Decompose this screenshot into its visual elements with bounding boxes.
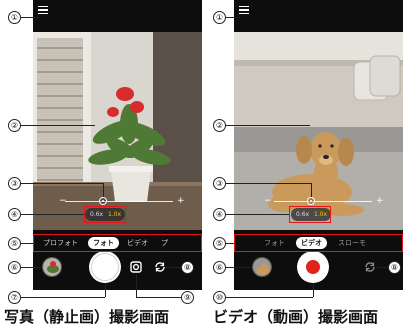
callout-line-1 xyxy=(21,17,39,18)
diagram: − + 0.6x 1.0x プロフォト フォト ビデオ プ − + 0.6x 1… xyxy=(0,0,409,331)
callout-2: ② xyxy=(8,119,21,132)
callout-6: ⑥ xyxy=(8,261,21,274)
callout-vline-7 xyxy=(105,283,106,297)
callout-line-5-video xyxy=(226,243,234,244)
callout-vline-3 xyxy=(103,183,104,197)
callout-8: ⑧ xyxy=(181,261,194,274)
callout-line-8-video xyxy=(376,267,388,268)
callout-line-2 xyxy=(21,125,95,126)
gallery-thumbnail[interactable] xyxy=(42,257,62,277)
menu-icon[interactable] xyxy=(239,6,249,15)
callout-9: ⑨ xyxy=(181,291,194,304)
callout-1: ① xyxy=(8,11,21,24)
callout-line-1-video xyxy=(226,17,240,18)
shutter-button[interactable] xyxy=(89,251,121,283)
slider-minus: − xyxy=(264,196,272,206)
callout-vline-9 xyxy=(136,275,137,297)
slider-plus: + xyxy=(376,196,384,206)
callout-3: ③ xyxy=(8,177,21,190)
callout-4: ④ xyxy=(8,208,21,221)
photo-caption: 写真（静止画）撮影画面 xyxy=(4,308,170,326)
zoom-slider-handle[interactable] xyxy=(99,197,107,205)
callout-line-2-video xyxy=(226,125,310,126)
slider-plus: + xyxy=(177,196,185,206)
callout-line-10-video xyxy=(226,297,313,298)
callout-2-video: ② xyxy=(213,119,226,132)
callout-line-4-video xyxy=(226,214,289,215)
callout-4-video: ④ xyxy=(213,208,226,221)
highlight-mode-bar-photo xyxy=(33,234,202,252)
callout-5: ⑤ xyxy=(8,237,21,250)
video-caption: ビデオ（動画）撮影画面 xyxy=(213,308,379,326)
highlight-zoom-photo xyxy=(84,206,126,223)
callout-3-video: ③ xyxy=(213,177,226,190)
callout-vline-10-video xyxy=(313,283,314,297)
camera-flip-icon[interactable] xyxy=(364,261,376,273)
gallery-thumbnail[interactable] xyxy=(252,257,272,277)
slider-minus: − xyxy=(59,196,67,206)
callout-line-8 xyxy=(166,267,181,268)
shutter-ring xyxy=(91,253,119,281)
record-dot xyxy=(306,260,320,274)
callout-line-4 xyxy=(21,214,84,215)
callout-line-6-video xyxy=(226,267,252,268)
lens-switch-icon[interactable] xyxy=(130,261,142,273)
highlight-mode-bar-video xyxy=(234,234,403,252)
zoom-slider-track[interactable] xyxy=(274,201,372,202)
menu-icon[interactable] xyxy=(38,6,48,15)
callout-1-video: ① xyxy=(213,11,226,24)
callout-line-3-video xyxy=(226,183,311,184)
callout-5-video: ⑤ xyxy=(213,237,226,250)
callout-line-5 xyxy=(21,243,33,244)
callout-line-6 xyxy=(21,267,41,268)
zoom-slider-track[interactable] xyxy=(65,201,173,202)
callout-vline-3-video xyxy=(311,183,312,197)
callout-10-video: ⑩ xyxy=(213,291,226,304)
callout-6-video: ⑥ xyxy=(213,261,226,274)
callout-7: ⑦ xyxy=(8,291,21,304)
callout-line-9 xyxy=(136,297,181,298)
callout-line-3 xyxy=(21,183,103,184)
record-button[interactable] xyxy=(297,251,329,283)
callout-line-7 xyxy=(21,297,105,298)
highlight-zoom-video xyxy=(289,206,331,223)
camera-flip-icon[interactable] xyxy=(154,261,166,273)
callout-8-video: ⑧ xyxy=(388,261,401,274)
zoom-slider-handle[interactable] xyxy=(307,197,315,205)
